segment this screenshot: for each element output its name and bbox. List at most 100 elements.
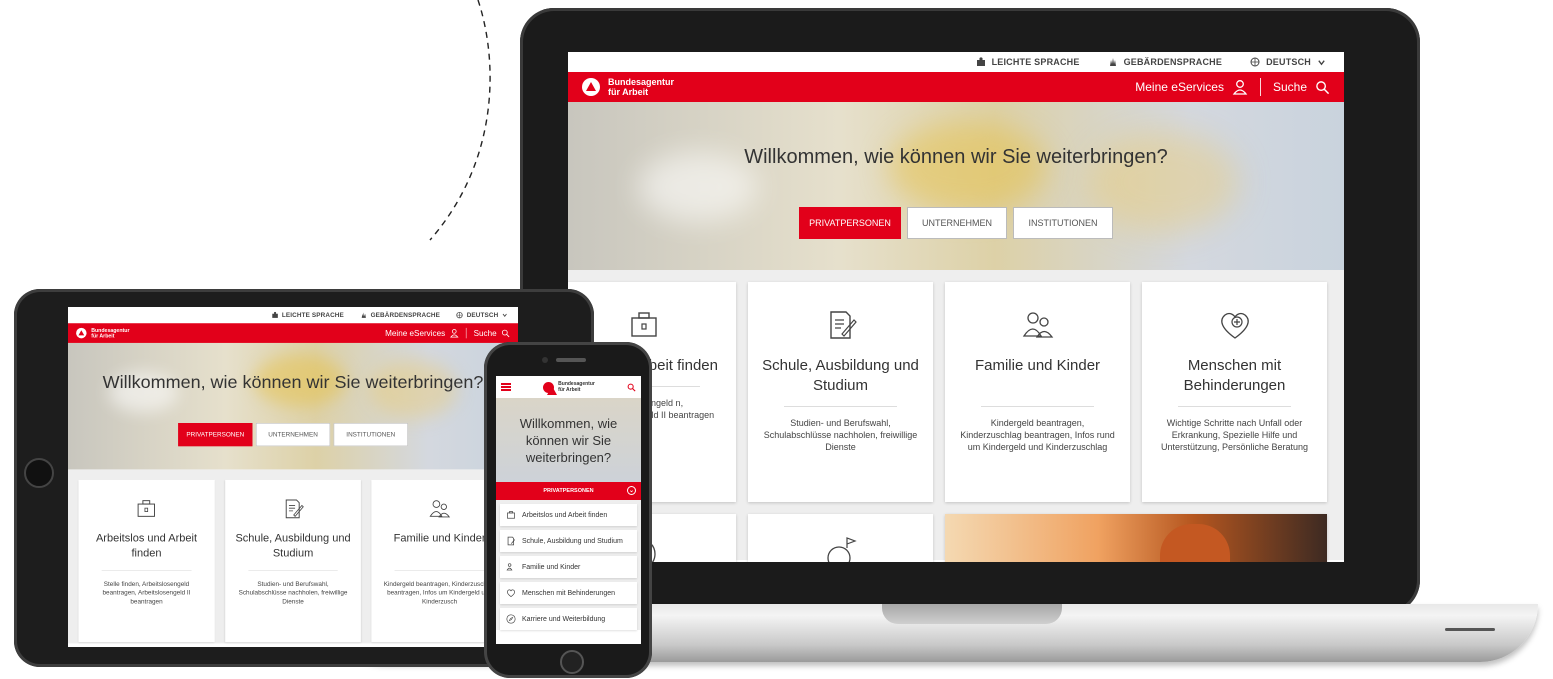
document-pen-icon (829, 311, 857, 339)
easy-language-link[interactable]: LEICHTE SPRACHE (976, 57, 1080, 67)
language-label: DEUTSCH (1266, 57, 1311, 67)
utility-bar: LEICHTE SPRACHE GEBÄRDENSPRACHE DEUTSCH (568, 52, 1344, 72)
card-title: Familie und Kinder (974, 357, 1101, 374)
brand-logo[interactable]: Bundesagentur für Arbeit (76, 327, 129, 339)
eservices-label: Meine eServices (385, 328, 446, 338)
utility-bar: LEICHTE SPRACHE GEBÄRDENSPRACHE DEUTSCH (68, 307, 518, 324)
category-list: Arbeitslos und Arbeit finden Schule, Aus… (496, 500, 641, 630)
hero-section: Willkommen, wie können wir Sie weiterbri… (68, 342, 518, 470)
list-item-label: Arbeitslos und Arbeit finden (522, 511, 608, 519)
sign-language-label: GEBÄRDENSPRACHE (1123, 57, 1223, 67)
hamburger-menu-icon[interactable] (501, 383, 511, 391)
language-label: DEUTSCH (466, 311, 499, 319)
hero-section: Willkommen, wie können wir Sie weiterbri… (496, 398, 641, 482)
easy-language-link[interactable]: LEICHTE SPRACHE (271, 311, 344, 319)
family-icon (429, 500, 450, 518)
eservices-link[interactable]: Meine eServices (385, 328, 459, 338)
website-tablet: LEICHTE SPRACHE GEBÄRDENSPRACHE DEUTSCH … (68, 307, 518, 644)
globe-icon (1250, 57, 1260, 67)
phone-camera (542, 357, 548, 363)
nav-divider (1259, 78, 1261, 96)
card-description: Studien- und Berufswahl, Schulabschlüsse… (763, 418, 918, 452)
laptop-screen: LEICHTE SPRACHE GEBÄRDENSPRACHE DEUTSCH … (568, 52, 1344, 562)
eservices-label: Meine eServices (1135, 80, 1224, 94)
hero-section: Willkommen, wie können wir Sie weiterbri… (568, 102, 1344, 270)
tab-institutionen[interactable]: INSTITUTIONEN (1013, 207, 1113, 239)
card-arbeitslos[interactable]: Arbeitslos und Arbeit finden Stelle find… (78, 479, 215, 643)
card-ausland[interactable] (748, 514, 933, 562)
brand-line2: für Arbeit (91, 333, 115, 339)
easy-language-icon (272, 311, 278, 318)
phone-home-button (560, 650, 584, 674)
card-title: Arbeitslos und Arbeit finden (95, 532, 198, 560)
hero-title: Willkommen, wie können wir Sie weiterbri… (519, 415, 618, 465)
brand-logo[interactable]: Bundesagentur für Arbeit (543, 381, 595, 395)
sign-language-link[interactable]: GEBÄRDENSPRACHE (360, 312, 440, 319)
document-pen-icon (507, 536, 516, 546)
card-description: Stelle finden, Arbeitslosengeld beantrag… (102, 580, 191, 606)
list-item-familie[interactable]: Familie und Kinder (500, 556, 637, 578)
list-item-arbeitslos[interactable]: Arbeitslos und Arbeit finden (500, 504, 637, 526)
nav-divider (466, 327, 467, 339)
card-grid: Arbeitslos und Arbeit finden Stelle find… (68, 469, 518, 644)
brand-logo[interactable]: Bundesagentur für Arbeit (582, 77, 674, 97)
heart-icon (506, 589, 516, 598)
language-selector[interactable]: DEUTSCH (1250, 57, 1326, 67)
list-item-label: Familie und Kinder (522, 563, 581, 571)
easy-language-icon (976, 57, 985, 66)
list-item-karriere[interactable]: Karriere und Weiterbildung (500, 608, 637, 630)
tablet-screen: LEICHTE SPRACHE GEBÄRDENSPRACHE DEUTSCH … (68, 307, 518, 647)
tablet-home-button (24, 458, 54, 488)
card-schule[interactable]: Schule, Ausbildung und Studium Studien- … (748, 282, 933, 502)
brand-line2: für Arbeit (558, 387, 581, 393)
ba-logo-icon (543, 381, 558, 395)
easy-language-label: LEICHTE SPRACHE (281, 311, 344, 319)
family-icon (506, 563, 513, 571)
chevron-down-icon (502, 313, 507, 318)
header-bar: Bundesagentur für Arbeit Meine eServices… (68, 323, 518, 343)
brand-line2: für Arbeit (608, 87, 649, 97)
header-bar: Bundesagentur für Arbeit Meine eServices… (568, 72, 1344, 102)
search-icon (1316, 80, 1330, 94)
search-link[interactable]: Suche (1273, 80, 1330, 95)
list-item-schule[interactable]: Schule, Ausbildung und Studium (500, 530, 637, 552)
hero-title: Willkommen, wie können wir Sie weiterbri… (744, 146, 1168, 168)
card-schule[interactable]: Schule, Ausbildung und Studium Studien- … (224, 479, 362, 643)
list-item-label: Menschen mit Behinderungen (522, 589, 616, 597)
website-desktop: LEICHTE SPRACHE GEBÄRDENSPRACHE DEUTSCH … (568, 52, 1344, 562)
tab-unternehmen[interactable]: UNTERNEHMEN (907, 207, 1007, 239)
briefcase-icon (507, 511, 515, 519)
audience-select-label: PRIVATPERSONEN (543, 488, 594, 494)
card-familie[interactable]: Familie und Kinder Kindergeld beantragen… (945, 282, 1130, 502)
phone-screen: Bundesagentur für Arbeit Willkommen, wie… (496, 376, 641, 644)
ba-logo-icon (582, 78, 600, 96)
tab-institutionen[interactable]: INSTITUTIONEN (333, 423, 408, 447)
tab-unternehmen[interactable]: UNTERNEHMEN (255, 423, 331, 447)
audience-select[interactable]: PRIVATPERSONEN ⌄ (496, 482, 641, 500)
language-selector[interactable]: DEUTSCH (456, 312, 507, 319)
globe-icon (456, 311, 463, 319)
sign-language-link[interactable]: GEBÄRDENSPRACHE (1108, 57, 1223, 67)
family-icon (1022, 312, 1053, 338)
laptop-notch (882, 604, 1062, 624)
card-description: Kindergeld beantragen, Kinderzuschlag be… (960, 418, 1115, 452)
hero-title: Willkommen, wie können wir Sie weiterbri… (102, 371, 484, 393)
card-behinderungen[interactable]: Menschen mit Behinderungen Wichtige Schr… (1142, 282, 1327, 502)
card-description: Studien- und Berufswahl, Schulabschlüsse… (238, 580, 348, 606)
phone-header: Bundesagentur für Arbeit (496, 376, 641, 398)
search-link[interactable]: Suche (473, 328, 510, 338)
tab-privatpersonen[interactable]: PRIVATPERSONEN (799, 207, 901, 239)
user-icon (1232, 80, 1248, 95)
search-icon[interactable] (627, 383, 636, 392)
card-grid: los und Arbeit finden en, Arbeitslosenge… (568, 270, 1344, 562)
card-title: Schule, Ausbildung und Studium (235, 532, 351, 560)
list-item-behinderungen[interactable]: Menschen mit Behinderungen (500, 582, 637, 604)
phone-speaker (556, 358, 586, 362)
audience-tabs: PRIVATPERSONEN UNTERNEHMEN INSTITUTIONEN (568, 207, 1344, 239)
search-label: Suche (473, 328, 497, 338)
eservices-link[interactable]: Meine eServices (1135, 79, 1248, 95)
list-item-label: Karriere und Weiterbildung (522, 615, 606, 623)
chevron-down-icon: ⌄ (627, 486, 636, 495)
compass-icon (506, 614, 516, 624)
tab-privatpersonen[interactable]: PRIVATPERSONEN (178, 423, 253, 447)
